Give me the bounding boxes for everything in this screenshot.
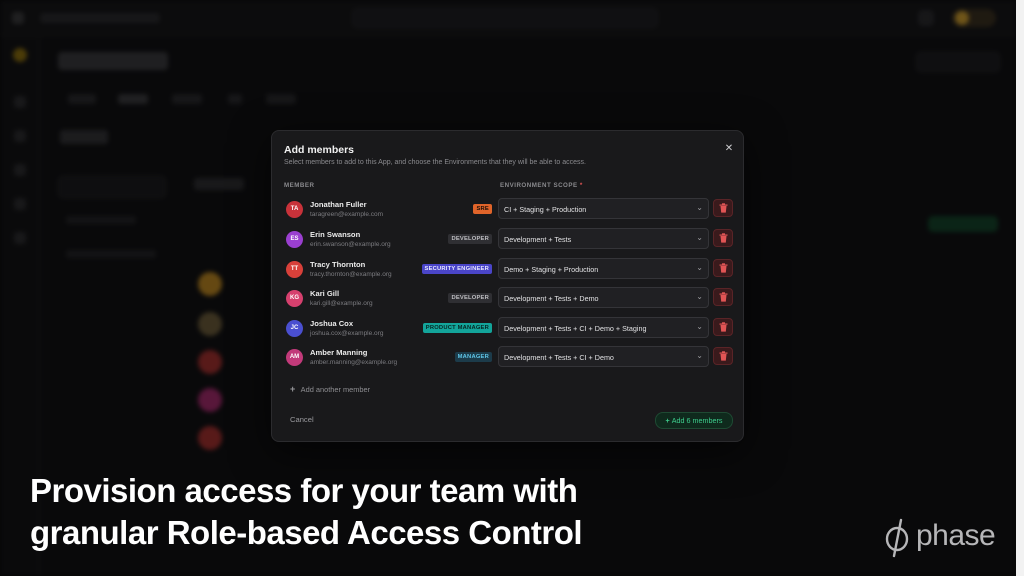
caption-line-2: granular Role-based Access Control — [30, 514, 583, 551]
dialog-subtitle: Select members to add to this App, and c… — [284, 159, 586, 166]
promo-caption: Provision access for your team with gran… — [30, 470, 690, 554]
avatar: AM — [286, 349, 303, 366]
avatar: TT — [286, 261, 303, 278]
chevron-down-icon: ⌄ — [696, 322, 703, 331]
member-row: JC Joshua Cox joshua.cox@example.org PRO… — [284, 317, 734, 341]
brand-name: phase — [916, 519, 996, 552]
chevron-down-icon: ⌄ — [696, 351, 703, 360]
member-name: Joshua Cox — [310, 319, 354, 328]
chevron-down-icon: ⌄ — [696, 233, 703, 242]
remove-member-button[interactable] — [713, 199, 733, 217]
dialog-title: Add members — [284, 144, 355, 156]
trash-icon — [719, 233, 728, 243]
member-email: taragreen@example.com — [310, 211, 384, 218]
environment-scope-value: Demo + Staging + Production — [504, 265, 599, 274]
member-row: TA Jonathan Fuller taragreen@example.com… — [284, 198, 734, 222]
caption-line-1: Provision access for your team with — [30, 472, 578, 509]
member-email: tracy.thornton@example.org — [310, 271, 392, 278]
environment-scope-select[interactable]: Development + Tests + CI + Demo ⌄ — [498, 346, 709, 367]
member-name: Kari Gill — [310, 289, 340, 298]
add-another-member-button[interactable]: + Add another member — [290, 384, 370, 394]
member-column-header: MEMBER — [284, 182, 315, 189]
member-email: erin.swanson@example.org — [310, 241, 391, 248]
chevron-down-icon: ⌄ — [696, 203, 703, 212]
trash-icon — [719, 351, 728, 361]
role-badge: DEVELOPER — [448, 234, 492, 244]
close-icon[interactable]: ✕ — [723, 143, 735, 155]
chevron-down-icon: ⌄ — [696, 292, 703, 301]
member-name: Tracy Thornton — [310, 260, 366, 269]
member-row: ES Erin Swanson erin.swanson@example.org… — [284, 228, 734, 252]
remove-member-button[interactable] — [713, 259, 733, 277]
phase-logo-icon — [885, 518, 909, 558]
environment-scope-value: Development + Tests + CI + Demo — [504, 353, 614, 362]
role-badge: DEVELOPER — [448, 293, 492, 303]
role-badge: PRODUCT MANAGER — [422, 323, 492, 333]
environment-scope-select[interactable]: Development + Tests ⌄ — [498, 228, 709, 249]
remove-member-button[interactable] — [713, 229, 733, 247]
environment-column-label: ENVIRONMENT SCOPE — [500, 182, 578, 189]
member-name: Amber Manning — [310, 348, 368, 357]
role-badge: MANAGER — [454, 352, 492, 362]
remove-member-button[interactable] — [713, 347, 733, 365]
environment-scope-select[interactable]: Development + Tests + Demo ⌄ — [498, 287, 709, 308]
member-email: kari.gill@example.org — [310, 300, 373, 307]
cancel-button[interactable]: Cancel — [290, 415, 314, 424]
add-members-dialog: Add members Select members to add to thi… — [271, 130, 744, 442]
role-badge: SRE — [473, 204, 492, 214]
environment-scope-select[interactable]: Development + Tests + CI + Demo + Stagin… — [498, 317, 709, 338]
add-another-label: Add another member — [300, 385, 371, 394]
trash-icon — [719, 292, 728, 302]
plus-icon: + — [290, 384, 296, 394]
avatar: TA — [286, 201, 303, 218]
environment-scope-select[interactable]: Demo + Staging + Production ⌄ — [498, 258, 709, 279]
environment-column-header: ENVIRONMENT SCOPE * — [500, 182, 583, 189]
add-members-label: Add 6 members — [671, 416, 723, 425]
member-name: Jonathan Fuller — [310, 200, 367, 209]
member-column-label: MEMBER — [284, 182, 315, 189]
member-row: AM Amber Manning amber.manning@example.o… — [284, 346, 734, 370]
avatar: ES — [286, 231, 303, 248]
avatar: KG — [286, 290, 303, 307]
environment-scope-select[interactable]: CI + Staging + Production ⌄ — [498, 198, 709, 219]
remove-member-button[interactable] — [713, 318, 733, 336]
member-email: amber.manning@example.org — [310, 359, 398, 366]
environment-scope-value: Development + Tests + Demo — [504, 294, 599, 303]
role-badge: SECURITY ENGINEER — [421, 264, 492, 274]
member-row: TT Tracy Thornton tracy.thornton@example… — [284, 258, 734, 282]
add-members-button[interactable]: + Add 6 members — [655, 412, 733, 429]
environment-scope-value: Development + Tests — [504, 235, 572, 244]
member-name: Erin Swanson — [310, 230, 361, 239]
trash-icon — [719, 322, 728, 332]
trash-icon — [719, 203, 728, 213]
remove-member-button[interactable] — [713, 288, 733, 306]
plus-icon: + — [665, 416, 670, 425]
member-row: KG Kari Gill kari.gill@example.org DEVEL… — [284, 287, 734, 311]
member-email: joshua.cox@example.org — [310, 330, 384, 337]
environment-scope-value: CI + Staging + Production — [504, 205, 587, 214]
frame-edge — [1016, 0, 1024, 576]
required-mark: * — [579, 182, 583, 189]
avatar: JC — [286, 320, 303, 337]
environment-scope-value: Development + Tests + CI + Demo + Stagin… — [504, 324, 647, 333]
chevron-down-icon: ⌄ — [696, 263, 703, 272]
trash-icon — [719, 263, 728, 273]
